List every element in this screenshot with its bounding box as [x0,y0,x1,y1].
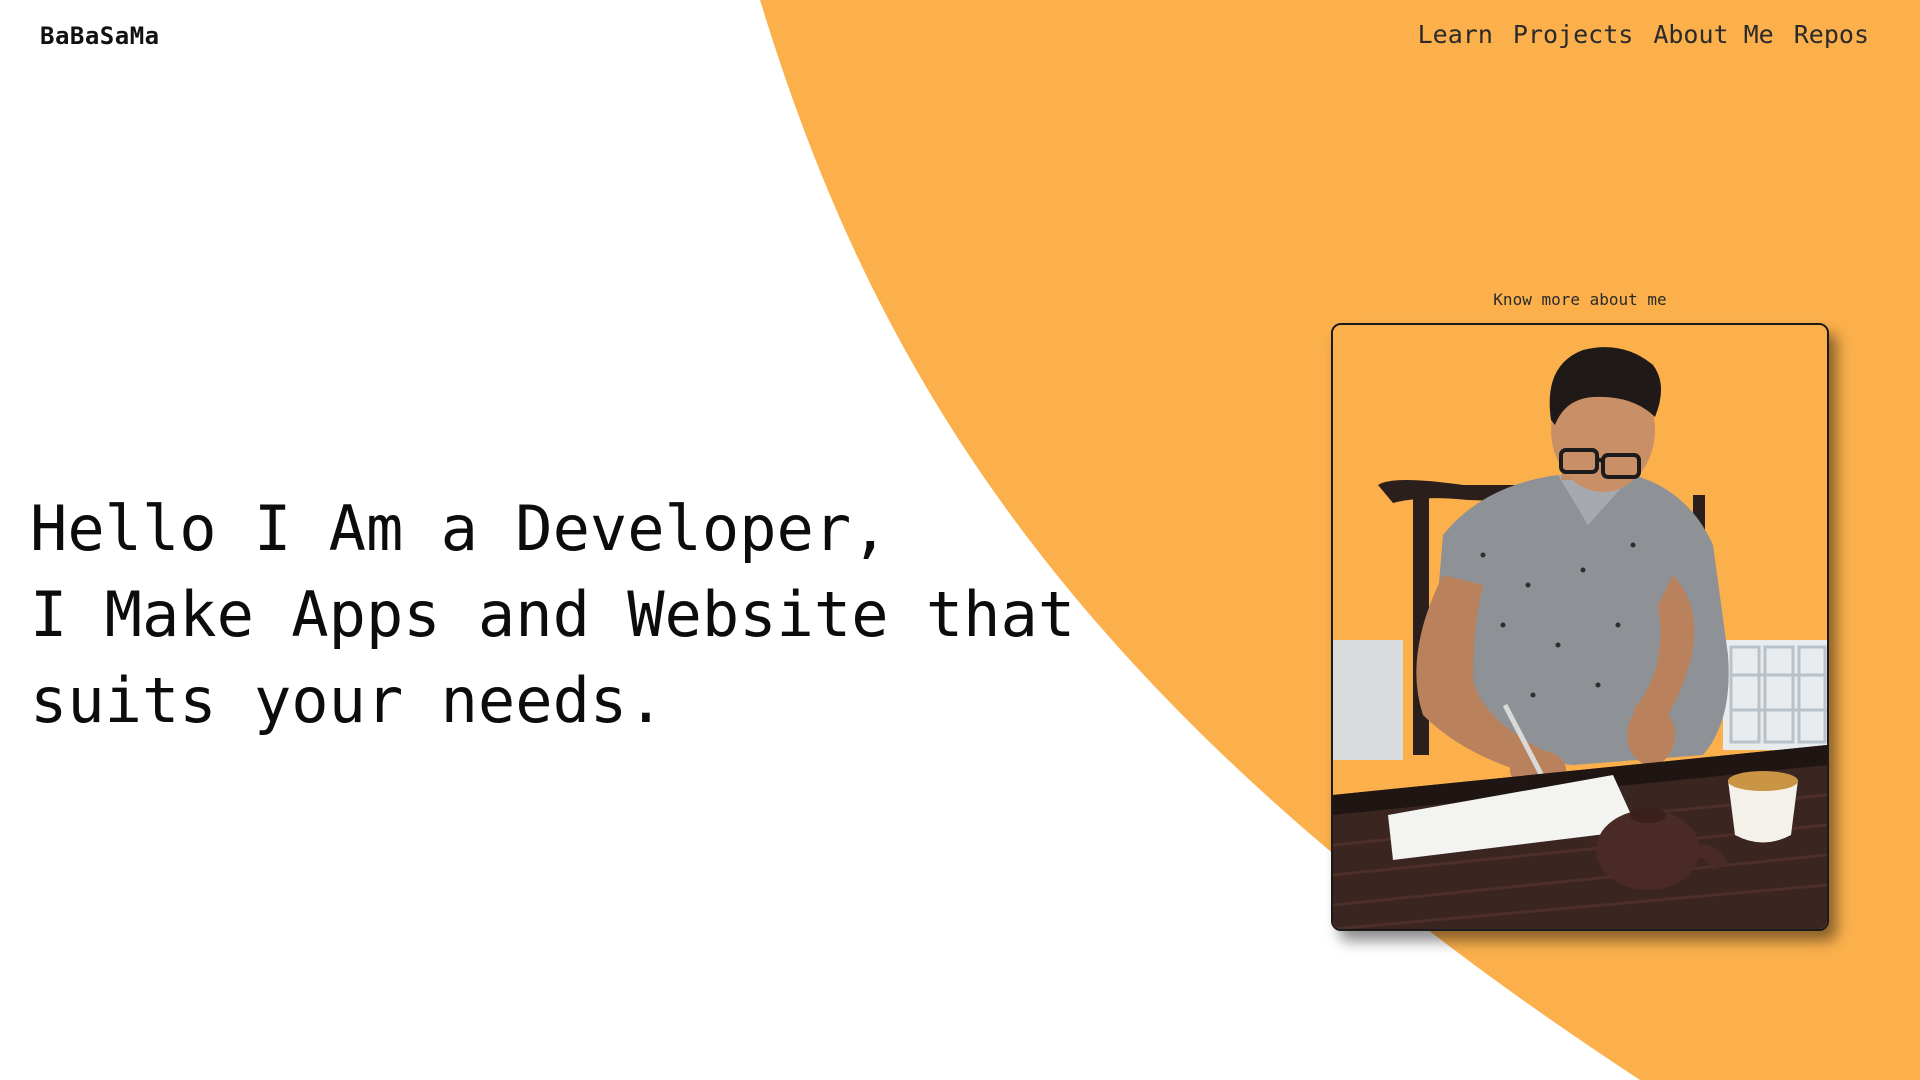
hero-line-3: suits your needs. [30,664,665,737]
nav-link-repos[interactable]: Repos [1794,20,1869,49]
hero-line-2: I Make Apps and Website that [30,578,1076,651]
nav-link-learn[interactable]: Learn [1418,20,1493,49]
page: BaBaSaMa Learn Projects About Me Repos H… [0,0,1920,1080]
about-card: Know more about me [1331,290,1829,931]
profile-photo-illustration [1333,325,1827,929]
nav-link-projects[interactable]: Projects [1513,20,1633,49]
profile-photo[interactable] [1331,323,1829,931]
hero-line-1: Hello I Am a Developer, [30,492,889,565]
nav-links: Learn Projects About Me Repos [1418,20,1869,49]
about-caption[interactable]: Know more about me [1331,290,1829,310]
navbar: BaBaSaMa Learn Projects About Me Repos [0,0,1920,76]
hero-headline: Hello I Am a Developer, I Make Apps and … [30,486,1075,744]
brand-logo[interactable]: BaBaSaMa [40,22,160,50]
nav-link-about-me[interactable]: About Me [1653,20,1773,49]
